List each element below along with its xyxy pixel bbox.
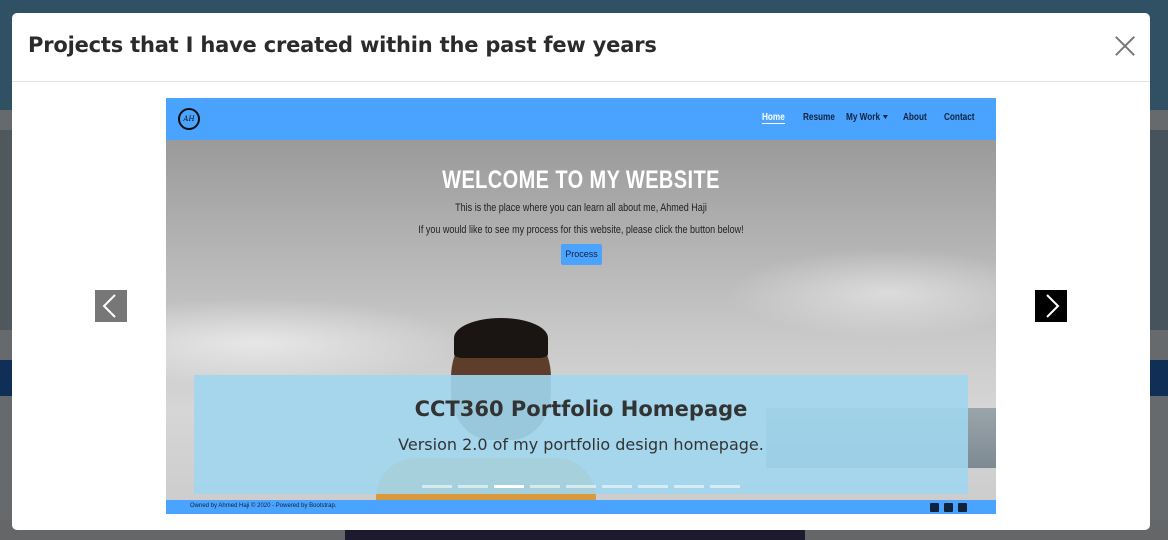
nav-my-work: My Work [846, 112, 888, 123]
carousel-indicator[interactable] [530, 485, 560, 488]
chevron-right-icon [1046, 294, 1060, 318]
modal-title: Projects that I have created within the … [28, 33, 657, 57]
caption-text: Version 2.0 of my portfolio design homep… [398, 435, 764, 454]
carousel-indicator[interactable] [458, 485, 488, 488]
site-navbar: AH Home Resume My Work About Contact [166, 98, 996, 140]
modal-header: Projects that I have created within the … [12, 13, 1150, 82]
nav-resume: Resume [803, 112, 835, 123]
carousel-indicator[interactable] [602, 485, 632, 488]
carousel-prev-button[interactable] [95, 290, 127, 322]
carousel-caption: CCT360 Portfolio Homepage Version 2.0 of… [194, 375, 968, 494]
nav-about: About [903, 112, 927, 123]
carousel-next-button[interactable] [1035, 290, 1067, 322]
hero-intro-text: This is the place where you can learn al… [455, 202, 707, 214]
instagram-icon [958, 503, 967, 512]
chevron-left-icon [102, 294, 116, 318]
portrait-hair [454, 318, 548, 358]
carousel-indicator[interactable] [710, 485, 740, 488]
carousel-indicator[interactable] [674, 485, 704, 488]
caret-down-icon [882, 115, 888, 120]
nav-home: Home [762, 112, 785, 124]
site-footer: Owned by Ahmed Haji © 2020 - Powered by … [166, 500, 996, 514]
hero-process-button: Process [561, 244, 602, 265]
carousel-indicator[interactable] [638, 485, 668, 488]
hero-cloud [726, 248, 996, 338]
hero-title: WELCOME TO MY WEBSITE [442, 166, 720, 194]
carousel-indicators [422, 485, 740, 488]
site-logo: AH [178, 108, 200, 130]
projects-modal: Projects that I have created within the … [12, 13, 1150, 530]
twitter-icon [944, 503, 953, 512]
footer-text: Owned by Ahmed Haji © 2020 - Powered by … [190, 503, 337, 509]
carousel-indicator[interactable] [566, 485, 596, 488]
carousel-indicator[interactable] [422, 485, 452, 488]
carousel-indicator-active[interactable] [494, 485, 524, 488]
close-icon[interactable] [1114, 35, 1136, 57]
caption-title: CCT360 Portfolio Homepage [414, 397, 748, 421]
nav-contact: Contact [944, 112, 975, 123]
linkedin-icon [930, 503, 939, 512]
hero-process-text: If you would like to see my process for … [418, 224, 744, 236]
